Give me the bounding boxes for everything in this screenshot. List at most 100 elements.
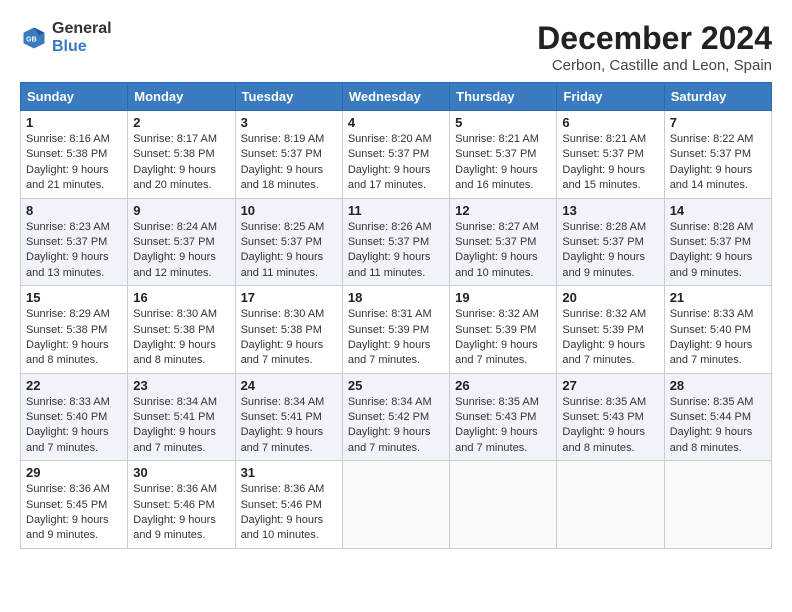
calendar-week-row: 8Sunrise: 8:23 AM Sunset: 5:37 PM Daylig… [21, 198, 772, 286]
day-number: 12 [455, 203, 551, 218]
calendar-cell: 24Sunrise: 8:34 AM Sunset: 5:41 PM Dayli… [235, 373, 342, 461]
calendar-cell: 31 Sunrise: 8:36 AM Sunset: 5:46 PM Dayli… [235, 461, 342, 549]
calendar-cell: 28 Sunrise: 8:35 AM Sunset: 5:44 PM Dayli… [664, 373, 771, 461]
day-number: 3 [241, 115, 337, 130]
calendar-cell: 7Sunrise: 8:22 AM Sunset: 5:37 PM Daylig… [664, 111, 771, 199]
calendar-cell: 10 Sunrise: 8:25 AM Sunset: 5:37 PM Dayli… [235, 198, 342, 286]
calendar-cell: 23 Sunrise: 8:34 AM Sunset: 5:41 PM Dayli… [128, 373, 235, 461]
calendar-cell: 13 Sunrise: 8:28 AM Sunset: 5:37 PM Dayli… [557, 198, 664, 286]
day-number: 7 [670, 115, 766, 130]
day-number: 18 [348, 290, 444, 305]
day-info: Sunrise: 8:33 AM Sunset: 5:40 PM Dayligh… [670, 307, 766, 369]
weekday-header: Monday [128, 83, 235, 111]
day-number: 30 [133, 465, 229, 480]
calendar-cell: 6Sunrise: 8:21 AM Sunset: 5:37 PM Daylig… [557, 111, 664, 199]
day-number: 28 [670, 378, 766, 393]
logo: GB General Blue [20, 20, 112, 55]
day-number: 8 [26, 203, 122, 218]
day-number: 11 [348, 203, 444, 218]
day-number: 27 [562, 378, 658, 393]
calendar-cell [557, 461, 664, 549]
day-info: Sunrise: 8:35 AM Sunset: 5:44 PM Dayligh… [670, 395, 766, 457]
weekday-header: Friday [557, 83, 664, 111]
calendar-week-row: 15 Sunrise: 8:29 AM Sunset: 5:38 PM Dayli… [21, 286, 772, 374]
day-info: Sunrise: 8:27 AM Sunset: 5:37 PM Dayligh… [455, 220, 551, 282]
calendar-cell: 11 Sunrise: 8:26 AM Sunset: 5:37 PM Dayli… [342, 198, 449, 286]
day-number: 19 [455, 290, 551, 305]
day-number: 4 [348, 115, 444, 130]
day-info: Sunrise: 8:36 AM Sunset: 5:45 PM Dayligh… [26, 482, 122, 544]
day-number: 13 [562, 203, 658, 218]
calendar-cell: 4Sunrise: 8:20 AM Sunset: 5:37 PM Daylig… [342, 111, 449, 199]
page-subtitle: Cerbon, Castille and Leon, Spain [537, 57, 772, 74]
logo-text: General Blue [52, 20, 112, 55]
day-info: Sunrise: 8:34 AM Sunset: 5:41 PM Dayligh… [133, 395, 229, 457]
calendar-cell: 22Sunrise: 8:33 AM Sunset: 5:40 PM Dayli… [21, 373, 128, 461]
calendar-cell: 21 Sunrise: 8:33 AM Sunset: 5:40 PM Dayli… [664, 286, 771, 374]
calendar-table: SundayMondayTuesdayWednesdayThursdayFrid… [20, 82, 772, 549]
calendar-cell: 30 Sunrise: 8:36 AM Sunset: 5:46 PM Dayli… [128, 461, 235, 549]
day-number: 10 [241, 203, 337, 218]
calendar-cell: 18 Sunrise: 8:31 AM Sunset: 5:39 PM Dayli… [342, 286, 449, 374]
day-info: Sunrise: 8:25 AM Sunset: 5:37 PM Dayligh… [241, 220, 337, 282]
logo-icon: GB [20, 24, 48, 52]
day-info: Sunrise: 8:31 AM Sunset: 5:39 PM Dayligh… [348, 307, 444, 369]
day-number: 31 [241, 465, 337, 480]
logo-line1: General [52, 20, 112, 38]
day-number: 17 [241, 290, 337, 305]
day-info: Sunrise: 8:30 AM Sunset: 5:38 PM Dayligh… [133, 307, 229, 369]
day-number: 5 [455, 115, 551, 130]
day-number: 29 [26, 465, 122, 480]
day-number: 2 [133, 115, 229, 130]
day-info: Sunrise: 8:36 AM Sunset: 5:46 PM Dayligh… [241, 482, 337, 544]
day-info: Sunrise: 8:29 AM Sunset: 5:38 PM Dayligh… [26, 307, 122, 369]
day-info: Sunrise: 8:21 AM Sunset: 5:37 PM Dayligh… [455, 132, 551, 194]
calendar-cell: 9Sunrise: 8:24 AM Sunset: 5:37 PM Daylig… [128, 198, 235, 286]
calendar-cell: 5 Sunrise: 8:21 AM Sunset: 5:37 PM Daylig… [450, 111, 557, 199]
calendar-cell: 8Sunrise: 8:23 AM Sunset: 5:37 PM Daylig… [21, 198, 128, 286]
day-number: 25 [348, 378, 444, 393]
page-header: GB General Blue December 2024 Cerbon, Ca… [20, 20, 772, 74]
day-info: Sunrise: 8:32 AM Sunset: 5:39 PM Dayligh… [455, 307, 551, 369]
day-info: Sunrise: 8:34 AM Sunset: 5:42 PM Dayligh… [348, 395, 444, 457]
day-number: 14 [670, 203, 766, 218]
day-info: Sunrise: 8:26 AM Sunset: 5:37 PM Dayligh… [348, 220, 444, 282]
page-title: December 2024 [537, 20, 772, 57]
day-info: Sunrise: 8:36 AM Sunset: 5:46 PM Dayligh… [133, 482, 229, 544]
weekday-header: Wednesday [342, 83, 449, 111]
day-info: Sunrise: 8:34 AM Sunset: 5:41 PM Dayligh… [241, 395, 337, 457]
day-info: Sunrise: 8:19 AM Sunset: 5:37 PM Dayligh… [241, 132, 337, 194]
day-number: 23 [133, 378, 229, 393]
day-info: Sunrise: 8:35 AM Sunset: 5:43 PM Dayligh… [455, 395, 551, 457]
calendar-cell: 25 Sunrise: 8:34 AM Sunset: 5:42 PM Dayli… [342, 373, 449, 461]
day-info: Sunrise: 8:33 AM Sunset: 5:40 PM Dayligh… [26, 395, 122, 457]
day-number: 21 [670, 290, 766, 305]
calendar-cell: 1Sunrise: 8:16 AM Sunset: 5:38 PM Daylig… [21, 111, 128, 199]
calendar-cell: 20Sunrise: 8:32 AM Sunset: 5:39 PM Dayli… [557, 286, 664, 374]
day-number: 26 [455, 378, 551, 393]
calendar-cell: 29 Sunrise: 8:36 AM Sunset: 5:45 PM Dayli… [21, 461, 128, 549]
calendar-cell: 15 Sunrise: 8:29 AM Sunset: 5:38 PM Dayli… [21, 286, 128, 374]
svg-text:GB: GB [26, 36, 37, 43]
calendar-week-row: 1Sunrise: 8:16 AM Sunset: 5:38 PM Daylig… [21, 111, 772, 199]
day-info: Sunrise: 8:17 AM Sunset: 5:38 PM Dayligh… [133, 132, 229, 194]
calendar-cell: 17Sunrise: 8:30 AM Sunset: 5:38 PM Dayli… [235, 286, 342, 374]
calendar-header-row: SundayMondayTuesdayWednesdayThursdayFrid… [21, 83, 772, 111]
logo-line2: Blue [52, 38, 112, 56]
calendar-cell: 14Sunrise: 8:28 AM Sunset: 5:37 PM Dayli… [664, 198, 771, 286]
day-info: Sunrise: 8:28 AM Sunset: 5:37 PM Dayligh… [562, 220, 658, 282]
calendar-cell: 19 Sunrise: 8:32 AM Sunset: 5:39 PM Dayli… [450, 286, 557, 374]
day-info: Sunrise: 8:21 AM Sunset: 5:37 PM Dayligh… [562, 132, 658, 194]
day-number: 1 [26, 115, 122, 130]
weekday-header: Sunday [21, 83, 128, 111]
weekday-header: Tuesday [235, 83, 342, 111]
calendar-cell [342, 461, 449, 549]
calendar-cell [664, 461, 771, 549]
title-block: December 2024 Cerbon, Castille and Leon,… [537, 20, 772, 74]
calendar-week-row: 29 Sunrise: 8:36 AM Sunset: 5:45 PM Dayli… [21, 461, 772, 549]
calendar-cell: 27Sunrise: 8:35 AM Sunset: 5:43 PM Dayli… [557, 373, 664, 461]
calendar-cell: 12 Sunrise: 8:27 AM Sunset: 5:37 PM Dayli… [450, 198, 557, 286]
calendar-cell: 3 Sunrise: 8:19 AM Sunset: 5:37 PM Daylig… [235, 111, 342, 199]
calendar-week-row: 22Sunrise: 8:33 AM Sunset: 5:40 PM Dayli… [21, 373, 772, 461]
day-number: 15 [26, 290, 122, 305]
